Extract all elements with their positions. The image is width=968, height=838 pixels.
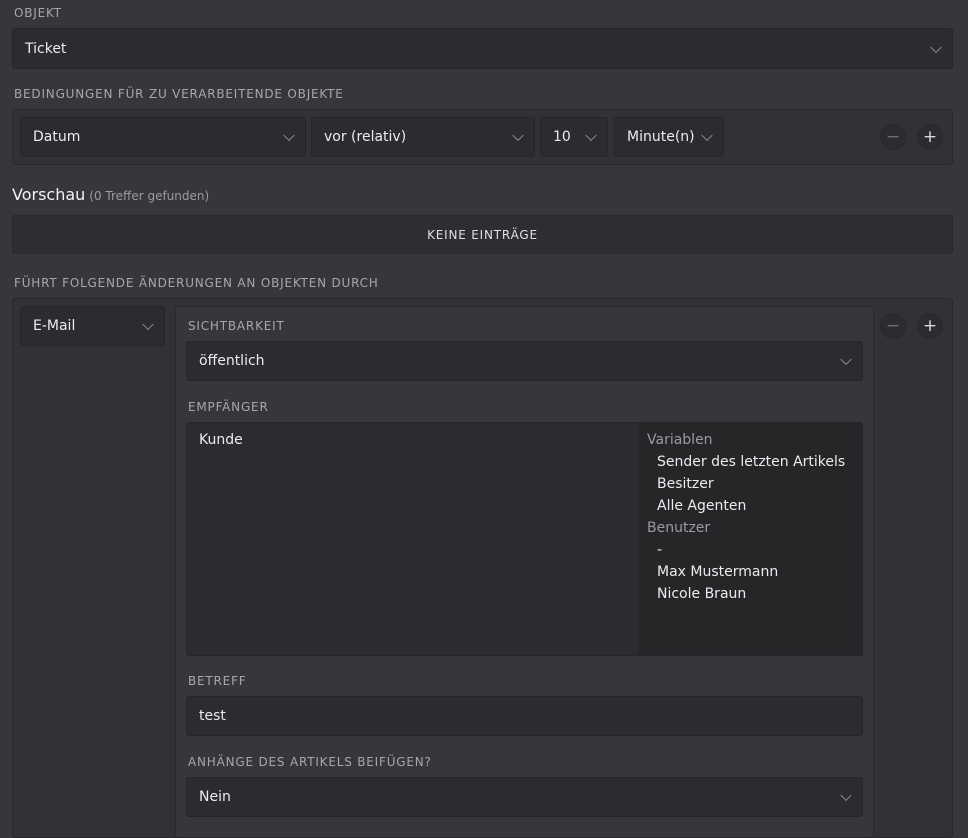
condition-attribute-select[interactable]: Datum [20, 117, 306, 157]
condition-attribute-value: Datum [33, 129, 81, 145]
chevron-down-icon [585, 129, 597, 142]
option-group-label: Benutzer [647, 520, 711, 536]
recipients-field[interactable]: Kunde Variablen Sender des letzten Artik… [186, 422, 863, 656]
option-group-label: Variablen [647, 432, 713, 448]
chevron-down-icon [512, 129, 524, 142]
condition-amount-select[interactable]: 10 [540, 117, 608, 157]
option-item[interactable]: Sender des letzten Artikels [647, 451, 863, 473]
subject-input[interactable]: test [186, 696, 863, 736]
conditions-label: BEDINGUNGEN FÜR ZU VERARBEITENDE OBJEKTE [14, 87, 344, 101]
condition-operator-value: vor (relativ) [324, 129, 407, 145]
minus-icon: − [885, 315, 901, 336]
objekt-select[interactable]: Ticket [12, 28, 953, 69]
objekt-label: OBJEKT [14, 6, 62, 20]
attachments-value: Nein [199, 789, 231, 805]
preview-empty-box: KEINE EINTRÄGE [12, 215, 953, 254]
recipients-selected-list: Kunde [199, 429, 243, 451]
option-item[interactable]: Alle Agenten [647, 495, 863, 517]
chevron-down-icon [930, 41, 942, 53]
action-remove-button[interactable]: − [880, 313, 906, 339]
chevron-down-icon [840, 789, 852, 802]
preview-heading: Vorschau (0 Treffer gefunden) [12, 185, 209, 204]
preview-title: Vorschau [12, 185, 86, 204]
attachments-label: ANHÄNGE DES ARTIKELS BEIFÜGEN? [188, 755, 432, 769]
action-add-button[interactable]: + [917, 313, 943, 339]
condition-unit-value: Minute(n) [627, 129, 695, 145]
option-item[interactable]: - [647, 539, 863, 561]
subject-value: test [199, 708, 226, 724]
chevron-down-icon [840, 353, 852, 366]
plus-icon: + [922, 315, 938, 336]
condition-add-button[interactable]: + [917, 124, 943, 150]
action-type-value: E-Mail [33, 318, 76, 334]
changes-label: FÜHRT FOLGENDE ÄNDERUNGEN AN OBJEKTEN DU… [14, 276, 379, 290]
preview-count: (0 Treffer gefunden) [89, 189, 210, 203]
option-item[interactable]: Nicole Braun [647, 583, 863, 605]
chevron-down-icon [701, 129, 713, 142]
visibility-select[interactable]: öffentlich [186, 341, 863, 381]
minus-icon: − [885, 126, 901, 147]
option-item[interactable]: Besitzer [647, 473, 863, 495]
subject-label: BETREFF [188, 674, 247, 688]
condition-remove-button[interactable]: − [880, 124, 906, 150]
recipient-chip[interactable]: Kunde [199, 429, 243, 451]
preview-empty-label: KEINE EINTRÄGE [427, 227, 538, 242]
attachments-select[interactable]: Nein [186, 777, 863, 817]
condition-operator-select[interactable]: vor (relativ) [311, 117, 535, 157]
chevron-down-icon [142, 318, 154, 331]
condition-amount-value: 10 [553, 129, 571, 145]
chevron-down-icon [283, 129, 295, 142]
action-type-select[interactable]: E-Mail [20, 306, 165, 346]
plus-icon: + [922, 126, 938, 147]
objekt-select-value: Ticket [25, 40, 67, 57]
visibility-label: SICHTBARKEIT [188, 319, 285, 333]
visibility-value: öffentlich [199, 353, 265, 369]
recipients-options-list: Variablen Sender des letzten Artikels Be… [639, 423, 863, 655]
condition-unit-select[interactable]: Minute(n) [614, 117, 724, 157]
option-item[interactable]: Max Mustermann [647, 561, 863, 583]
recipients-label: EMPFÄNGER [188, 400, 269, 414]
